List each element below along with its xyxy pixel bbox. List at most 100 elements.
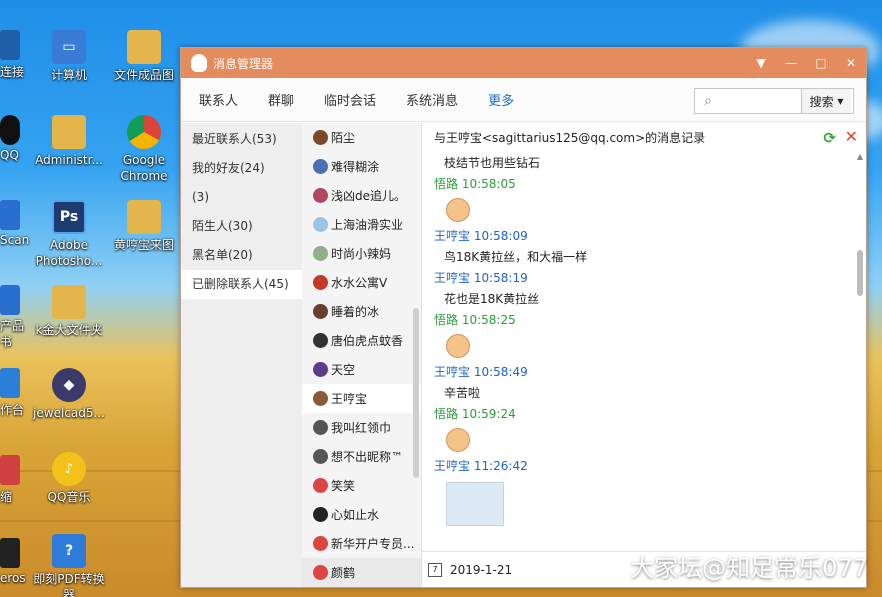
maximize-button[interactable]: □ (806, 48, 836, 78)
search-button[interactable]: 搜索 ▾ (801, 89, 851, 113)
chat-header-title: 与王哼宝<sagittarius125@qq.com>的消息记录 (434, 131, 706, 145)
category-friends[interactable]: 我的好友(24) (181, 154, 302, 183)
desktop-icon-chrome[interactable]: Google Chrome (108, 115, 180, 184)
message-time: 11:26:42 (473, 459, 528, 473)
contact-item[interactable]: 笑笑 (302, 471, 421, 500)
category-deleted[interactable]: 已删除联系人(45) (181, 270, 302, 299)
workbench-icon (0, 368, 20, 398)
archive-icon (0, 455, 20, 485)
contact-name: 难得糊涂 (331, 160, 380, 174)
tab-group-chat[interactable]: 群聊 (268, 90, 294, 109)
scroll-thumb[interactable] (857, 250, 863, 296)
contact-item[interactable]: 陌尘 (302, 123, 421, 152)
contact-item[interactable]: 颜鹤 (302, 558, 421, 587)
contact-item[interactable]: 浅凶de追儿。 (302, 181, 421, 210)
desktop-icon-partial[interactable]: 连接 (0, 30, 24, 80)
desktop-icon-partial[interactable]: 作台 (0, 368, 24, 418)
delete-icon[interactable]: ✕ (845, 127, 858, 146)
category-strangers[interactable]: 陌生人(30) (181, 212, 302, 241)
calendar-icon[interactable]: 7 (428, 562, 442, 577)
category-recent[interactable]: 最近联系人(53) (181, 125, 302, 154)
message-time: 10:58:49 (473, 365, 528, 379)
folder-icon (127, 200, 161, 234)
desktop-icon-partial[interactable]: Scan (0, 200, 29, 247)
contact-item[interactable]: 水水公寓V (302, 268, 421, 297)
scroll-up-icon[interactable]: ▲ (856, 152, 864, 161)
contact-name: 浅凶de追儿。 (331, 189, 407, 203)
contact-name: 笑笑 (331, 479, 356, 493)
minimize-button[interactable]: — (776, 48, 806, 78)
message-sender-time: 王哼宝 10:58:19 (434, 269, 854, 288)
contact-name: 王哼宝 (331, 392, 368, 406)
message-text: 花也是18K黄拉丝 (444, 292, 540, 306)
sender-name: 王哼宝 (434, 271, 471, 285)
tab-temp-session[interactable]: 临时会话 (324, 90, 376, 109)
desktop-icon-partial[interactable]: eros (0, 538, 26, 585)
desktop-icon-photoshop[interactable]: Ps Adobe Photosho... (33, 200, 105, 269)
contact-item[interactable]: 心如止水 (302, 500, 421, 529)
contact-list: 陌尘难得糊涂浅凶de追儿。上海油滑实业时尚小辣妈水水公寓V 睡着的冰唐伯虎点蚊香天… (302, 123, 422, 587)
contact-name: 唐伯虎点蚊香 (331, 334, 404, 348)
desktop-icon-administrator[interactable]: Administr... (33, 115, 105, 168)
avatar-icon (313, 391, 328, 406)
refresh-icon[interactable]: ⟳ (823, 129, 836, 147)
pdf-converter-icon: ? (52, 534, 86, 568)
avatar-icon (313, 507, 328, 522)
contact-item[interactable]: 天空 (302, 355, 421, 384)
desktop-icon-partial[interactable]: QQ (0, 115, 20, 162)
avatar-icon (313, 536, 328, 551)
search-input[interactable] (721, 89, 801, 113)
ok-hand-emoji (446, 198, 470, 222)
contact-item[interactable]: 唐伯虎点蚊香 (302, 326, 421, 355)
message-sender-time: 悟路 10:58:25 (434, 311, 854, 330)
desktop-icon-huangheng-folder[interactable]: 黄哼宝来图 (108, 200, 180, 253)
chat-scrollbar[interactable]: ▲ (856, 152, 864, 551)
desktop-icon-pdf-converter[interactable]: ? 即刻PDF转换 器 (33, 534, 105, 597)
folder-icon (52, 285, 86, 319)
avatar-icon (313, 362, 328, 377)
message-text: 鸟18K黄拉丝，和大福一样 (444, 250, 588, 264)
avatar-icon (313, 246, 328, 261)
category-unnamed[interactable]: (3) (181, 183, 302, 212)
contact-list-scrollbar[interactable] (413, 308, 419, 478)
desktop-icon-partial[interactable]: 缩 (0, 455, 20, 505)
watermark: 大家坛@知足常乐077 (630, 554, 868, 582)
qq-icon (0, 115, 20, 145)
avatar-icon (313, 420, 328, 435)
title-bar[interactable]: 消息管理器 ▼ — □ ✕ (181, 48, 866, 78)
desktop-icon-qq-music[interactable]: ♪ QQ音乐 (33, 452, 105, 505)
avatar-icon (313, 275, 328, 290)
chrome-icon (127, 115, 161, 149)
category-blacklist[interactable]: 黑名单(20) (181, 241, 302, 270)
contact-item[interactable]: 时尚小辣妈 (302, 239, 421, 268)
menu-dropdown-button[interactable]: ▼ (746, 48, 776, 78)
message-sender-time: 悟路 10:58:05 (434, 175, 854, 194)
message-manager-window: 消息管理器 ▼ — □ ✕ 联系人 群聊 临时会话 系统消息 更多 ⌕ 搜索 ▾… (180, 47, 867, 588)
tab-contacts[interactable]: 联系人 (199, 90, 238, 109)
contact-item[interactable]: 新华开户专员... (302, 529, 421, 558)
contact-item[interactable]: 难得糊涂 (302, 152, 421, 181)
contact-item[interactable]: 上海油滑实业 (302, 210, 421, 239)
tab-more[interactable]: 更多 (488, 90, 514, 109)
desktop-icon-jewelcad[interactable]: ◆ jewelcad5... (33, 368, 105, 421)
desktop-icon-partial[interactable]: 产品 书 (0, 285, 24, 350)
close-button[interactable]: ✕ (836, 48, 866, 78)
message-time: 10:58:09 (473, 229, 528, 243)
message-time: 10:58:05 (461, 177, 516, 191)
desktop-icon-kjin-folder[interactable]: k金大文件夹 (33, 285, 105, 338)
contact-name: 时尚小辣妈 (331, 247, 392, 261)
contact-item[interactable]: 我叫红领巾 (302, 413, 421, 442)
avatar-icon (313, 188, 328, 203)
chat-header: 与王哼宝<sagittarius125@qq.com>的消息记录 ⟳ ✕ (422, 123, 866, 152)
contact-item[interactable]: 王哼宝 (302, 384, 421, 413)
tab-system-messages[interactable]: 系统消息 (406, 90, 458, 109)
sender-name: 王哼宝 (434, 229, 471, 243)
message-time: 10:58:25 (461, 313, 516, 327)
desktop-icon-finished-images[interactable]: 文件成品图 (108, 30, 180, 83)
image-placeholder-icon[interactable] (446, 482, 504, 526)
contact-item[interactable]: 睡着的冰 (302, 297, 421, 326)
desktop-icon-computer[interactable]: ▭ 计算机 (33, 30, 105, 83)
contact-name: 新华开户专员... (331, 537, 415, 551)
ok-hand-emoji (446, 334, 470, 358)
contact-item[interactable]: 想不出昵称™ (302, 442, 421, 471)
